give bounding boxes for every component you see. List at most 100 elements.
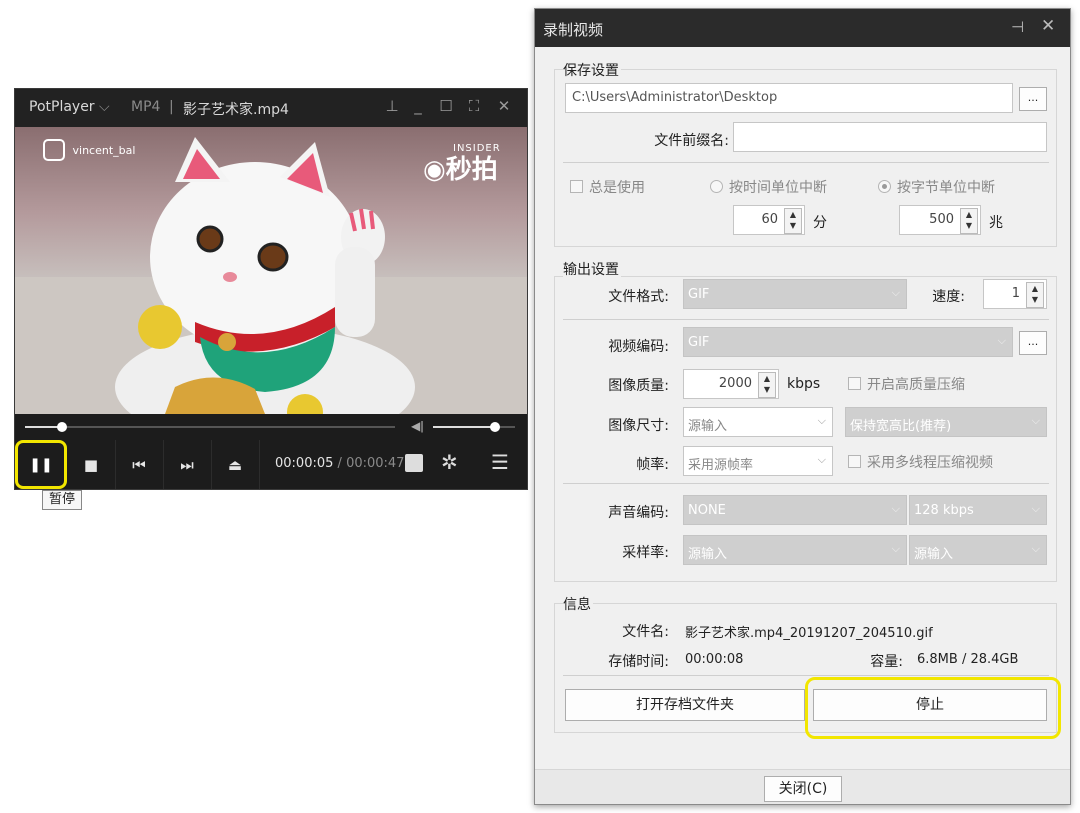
format-combo[interactable]: GIF ⌵ [683,279,907,309]
pin-icon[interactable]: ⊥ [381,97,403,115]
speed-spinner[interactable]: 1 ▲ ▼ [983,279,1047,309]
stop-button[interactable]: ■ [67,440,116,489]
capacity-value: 6.8MB / 28.4GB [917,652,1019,667]
volume-icon[interactable]: ◀ǀ [411,419,424,433]
speed-value: 1 [1011,286,1020,301]
chevron-down-icon: ⌵ [891,542,900,555]
high-quality-checkbox[interactable] [848,377,861,390]
chevron-down-icon: ⌵ [891,502,900,515]
multithread-checkbox[interactable] [848,455,861,468]
spinner-arrows-icon[interactable]: ▲ ▼ [960,208,978,234]
chevron-down-icon: ⌵ [1031,502,1040,515]
time-unit: 分 [813,215,827,231]
quality-unit: kbps [787,376,821,392]
multithread-label: 采用多线程压缩视频 [867,455,993,471]
settings-gear-icon[interactable]: ✲ [441,450,458,474]
app-menu-button[interactable]: PotPlayer ⌵ [29,99,110,115]
potplayer-titlebar: PotPlayer ⌵ MP4 | 影子艺术家.mp4 ⊥ _ ☐ ⛶ ✕ [15,89,527,127]
audio-bitrate-combo[interactable]: 128 kbps ⌵ [909,495,1047,525]
maximize-button[interactable]: ☐ [435,97,457,115]
divider [563,162,1049,163]
menu-icon[interactable]: ☰ [491,450,509,474]
browse-button[interactable]: ... [1019,87,1047,111]
divider [563,319,1049,320]
time-total: 00:00:47 [346,456,405,471]
next-button[interactable]: ⏭ [163,440,212,489]
instagram-icon [43,139,65,161]
sample-rate-value-2: 源输入 [914,547,954,562]
video-codec-combo[interactable]: GIF ⌵ [683,327,1013,357]
close-button[interactable]: 关闭(C) [764,776,842,802]
chevron-down-icon: ⌵ [1031,542,1040,555]
quality-label: 图像质量: [608,378,669,394]
quality-value: 2000 [718,376,752,391]
open-folder-button[interactable]: 打开存档文件夹 [565,689,805,721]
video-codec-label: 视频编码: [608,339,669,355]
record-video-dialog: 录制视频 ⊣ ✕ 保存设置 C:\Users\Administrator\Des… [534,8,1071,805]
volume-handle[interactable] [489,422,500,432]
pin-icon[interactable]: ⊣ [1011,18,1024,36]
stored-time-value: 00:00:08 [685,652,744,667]
format-label: MP4 [131,99,161,115]
save-path-input[interactable]: C:\Users\Administrator\Desktop [565,83,1013,113]
minimize-button[interactable]: _ [407,97,429,115]
sample-rate-combo[interactable]: 源输入 ⌵ [683,535,907,565]
video-frame[interactable]: vincent_bal INSIDER ◉秒拍 [15,127,527,414]
seek-track[interactable] [25,426,395,428]
control-bar: ❚❚ ■ ⏮ ⏭ ⏏ 00:00:05 / 00:00:47 ✲ ☰ [15,440,527,489]
image-size-value: 源输入 [688,419,728,434]
codec-options-button[interactable]: ... [1019,331,1047,355]
capacity-label: 容量: [870,654,903,670]
highlight-stop [805,677,1061,739]
fullscreen-button[interactable]: ⛶ [463,97,485,115]
watermark-user-text: vincent_bal [72,143,136,157]
audio-bitrate-value: 128 kbps [914,503,974,518]
watermark-logo-text: 秒拍 [445,155,498,185]
seek-handle[interactable] [57,422,67,432]
time-separator: / [337,456,342,471]
aspect-ratio-value: 保持宽高比(推荐) [850,419,952,434]
info-label: 信息 [563,594,593,614]
spinner-arrows-icon[interactable]: ▲ ▼ [784,208,802,234]
split-size-label: 按字节单位中断 [897,180,995,196]
format-value: GIF [688,287,710,302]
save-settings-label: 保存设置 [563,60,621,80]
sample-rate-combo-2[interactable]: 源输入 ⌵ [909,535,1047,565]
dialog-title: 录制视频 [543,21,604,39]
chevron-down-icon: ⌵ [817,414,826,427]
time-spinner[interactable]: 60 ▲ ▼ [733,205,805,235]
format-label: 文件格式: [608,289,669,305]
chevron-down-icon: ⌵ [891,286,900,299]
spinner-arrows-icon[interactable]: ▲ ▼ [758,372,776,398]
image-size-combo[interactable]: 源输入 ⌵ [683,407,833,437]
always-use-checkbox[interactable] [570,180,583,193]
file-name-label: 文件名: [622,624,669,640]
playlist-icon[interactable] [405,454,423,472]
eject-button[interactable]: ⏏ [211,440,260,489]
previous-button[interactable]: ⏮ [115,440,164,489]
dialog-titlebar: 录制视频 ⊣ ✕ [535,9,1070,47]
framerate-combo[interactable]: 采用源帧率 ⌵ [683,446,833,476]
app-name: PotPlayer [29,99,95,115]
framerate-value: 采用源帧率 [688,458,754,473]
dialog-close-icon[interactable]: ✕ [1041,16,1055,36]
divider [563,483,1049,484]
prefix-input[interactable] [733,122,1047,152]
spinner-arrows-icon[interactable]: ▲ ▼ [1026,282,1044,308]
chevron-down-icon: ⌵ [997,334,1006,347]
pause-button[interactable]: ❚❚ [15,440,67,489]
watermark-user: vincent_bal [43,139,135,161]
size-unit: 兆 [989,215,1003,231]
split-size-radio[interactable] [878,180,891,193]
split-time-radio[interactable] [710,180,723,193]
audio-codec-combo[interactable]: NONE ⌵ [683,495,907,525]
pause-icon: ❚❚ [29,456,53,473]
high-quality-label: 开启高质量压缩 [867,377,965,393]
aspect-ratio-combo[interactable]: 保持宽高比(推荐) ⌵ [845,407,1047,437]
quality-spinner[interactable]: 2000 ▲ ▼ [683,369,779,399]
close-button[interactable]: ✕ [493,97,515,115]
size-spinner[interactable]: 500 ▲ ▼ [899,205,981,235]
audio-codec-label: 声音编码: [608,505,669,521]
skip-previous-icon: ⏮ [132,455,146,474]
video-filename: 影子艺术家.mp4 [183,102,289,118]
